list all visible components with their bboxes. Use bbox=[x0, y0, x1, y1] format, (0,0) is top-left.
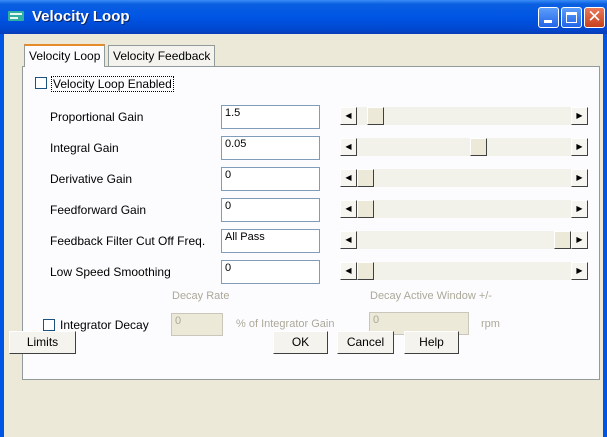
maximize-icon bbox=[566, 12, 577, 23]
feedback-filter-cutoff-label: Feedback Filter Cut Off Freq. bbox=[50, 234, 206, 248]
feedforward-gain-field[interactable]: 0 bbox=[221, 198, 320, 222]
proportional-gain-label: Proportional Gain bbox=[50, 110, 144, 124]
proportional-gain-slider[interactable]: ◀ ▶ bbox=[340, 107, 588, 125]
slider-thumb[interactable] bbox=[554, 231, 571, 249]
low-speed-smoothing-slider[interactable]: ◀ ▶ bbox=[340, 262, 588, 280]
feedforward-gain-label: Feedforward Gain bbox=[50, 203, 147, 217]
integrator-decay-checkbox[interactable] bbox=[43, 319, 55, 331]
slider-thumb[interactable] bbox=[470, 138, 487, 156]
integrator-decay-label: Integrator Decay bbox=[60, 318, 149, 332]
scroll-right-arrow-icon[interactable]: ▶ bbox=[571, 262, 588, 280]
slider-thumb[interactable] bbox=[357, 169, 374, 187]
help-button[interactable]: Help bbox=[404, 331, 459, 354]
dialog-window: Velocity Loop ✕ Velocity Loop Velocity F… bbox=[0, 0, 607, 437]
proportional-gain-field[interactable]: 1.5 bbox=[221, 105, 320, 129]
tab-velocity-loop[interactable]: Velocity Loop bbox=[24, 44, 106, 67]
cancel-button[interactable]: Cancel bbox=[337, 331, 394, 354]
scroll-right-arrow-icon[interactable]: ▶ bbox=[571, 200, 588, 218]
close-button[interactable]: ✕ bbox=[584, 7, 605, 28]
window-border-left bbox=[0, 34, 4, 437]
slider-thumb[interactable] bbox=[357, 262, 374, 280]
scroll-right-arrow-icon[interactable]: ▶ bbox=[571, 231, 588, 249]
maximize-button[interactable] bbox=[561, 7, 582, 28]
decay-rate-header: Decay Rate bbox=[172, 290, 230, 302]
decay-rate-unit: % of Integrator Gain bbox=[236, 318, 335, 330]
close-icon: ✕ bbox=[587, 7, 602, 27]
feedforward-gain-slider[interactable]: ◀ ▶ bbox=[340, 200, 588, 218]
scroll-left-arrow-icon[interactable]: ◀ bbox=[340, 231, 357, 249]
integral-gain-slider[interactable]: ◀ ▶ bbox=[340, 138, 588, 156]
minimize-icon bbox=[544, 20, 552, 23]
app-icon bbox=[8, 9, 24, 23]
decay-active-window-header: Decay Active Window +/- bbox=[370, 290, 492, 302]
scroll-right-arrow-icon[interactable]: ▶ bbox=[571, 169, 588, 187]
integral-gain-field[interactable]: 0.05 bbox=[221, 136, 320, 160]
velocity-loop-enabled-checkbox[interactable] bbox=[35, 77, 47, 89]
low-speed-smoothing-field[interactable]: 0 bbox=[221, 260, 320, 284]
slider-thumb[interactable] bbox=[367, 107, 384, 125]
minimize-button[interactable] bbox=[538, 7, 559, 28]
limits-button[interactable]: Limits bbox=[9, 331, 76, 354]
integral-gain-label: Integral Gain bbox=[50, 141, 119, 155]
scroll-right-arrow-icon[interactable]: ▶ bbox=[571, 107, 588, 125]
window-border-right bbox=[603, 34, 607, 437]
tab-velocity-feedback[interactable]: Velocity Feedback bbox=[108, 45, 216, 66]
feedback-filter-cutoff-field[interactable]: All Pass bbox=[221, 229, 320, 253]
scroll-right-arrow-icon[interactable]: ▶ bbox=[571, 138, 588, 156]
derivative-gain-slider[interactable]: ◀ ▶ bbox=[340, 169, 588, 187]
decay-active-window-unit: rpm bbox=[481, 318, 500, 330]
slider-thumb[interactable] bbox=[357, 200, 374, 218]
scroll-left-arrow-icon[interactable]: ◀ bbox=[340, 107, 357, 125]
ok-button[interactable]: OK bbox=[273, 331, 328, 354]
title-bar[interactable]: Velocity Loop ✕ bbox=[0, 0, 607, 34]
scroll-left-arrow-icon[interactable]: ◀ bbox=[340, 200, 357, 218]
feedback-filter-cutoff-slider[interactable]: ◀ ▶ bbox=[340, 231, 588, 249]
decay-rate-field[interactable]: 0 bbox=[171, 313, 223, 336]
low-speed-smoothing-label: Low Speed Smoothing bbox=[50, 265, 171, 279]
scroll-left-arrow-icon[interactable]: ◀ bbox=[340, 262, 357, 280]
scroll-left-arrow-icon[interactable]: ◀ bbox=[340, 138, 357, 156]
scroll-left-arrow-icon[interactable]: ◀ bbox=[340, 169, 357, 187]
window-title: Velocity Loop bbox=[32, 8, 130, 25]
derivative-gain-field[interactable]: 0 bbox=[221, 167, 320, 191]
velocity-loop-enabled-label: Velocity Loop Enabled bbox=[51, 76, 174, 92]
derivative-gain-label: Derivative Gain bbox=[50, 172, 133, 186]
